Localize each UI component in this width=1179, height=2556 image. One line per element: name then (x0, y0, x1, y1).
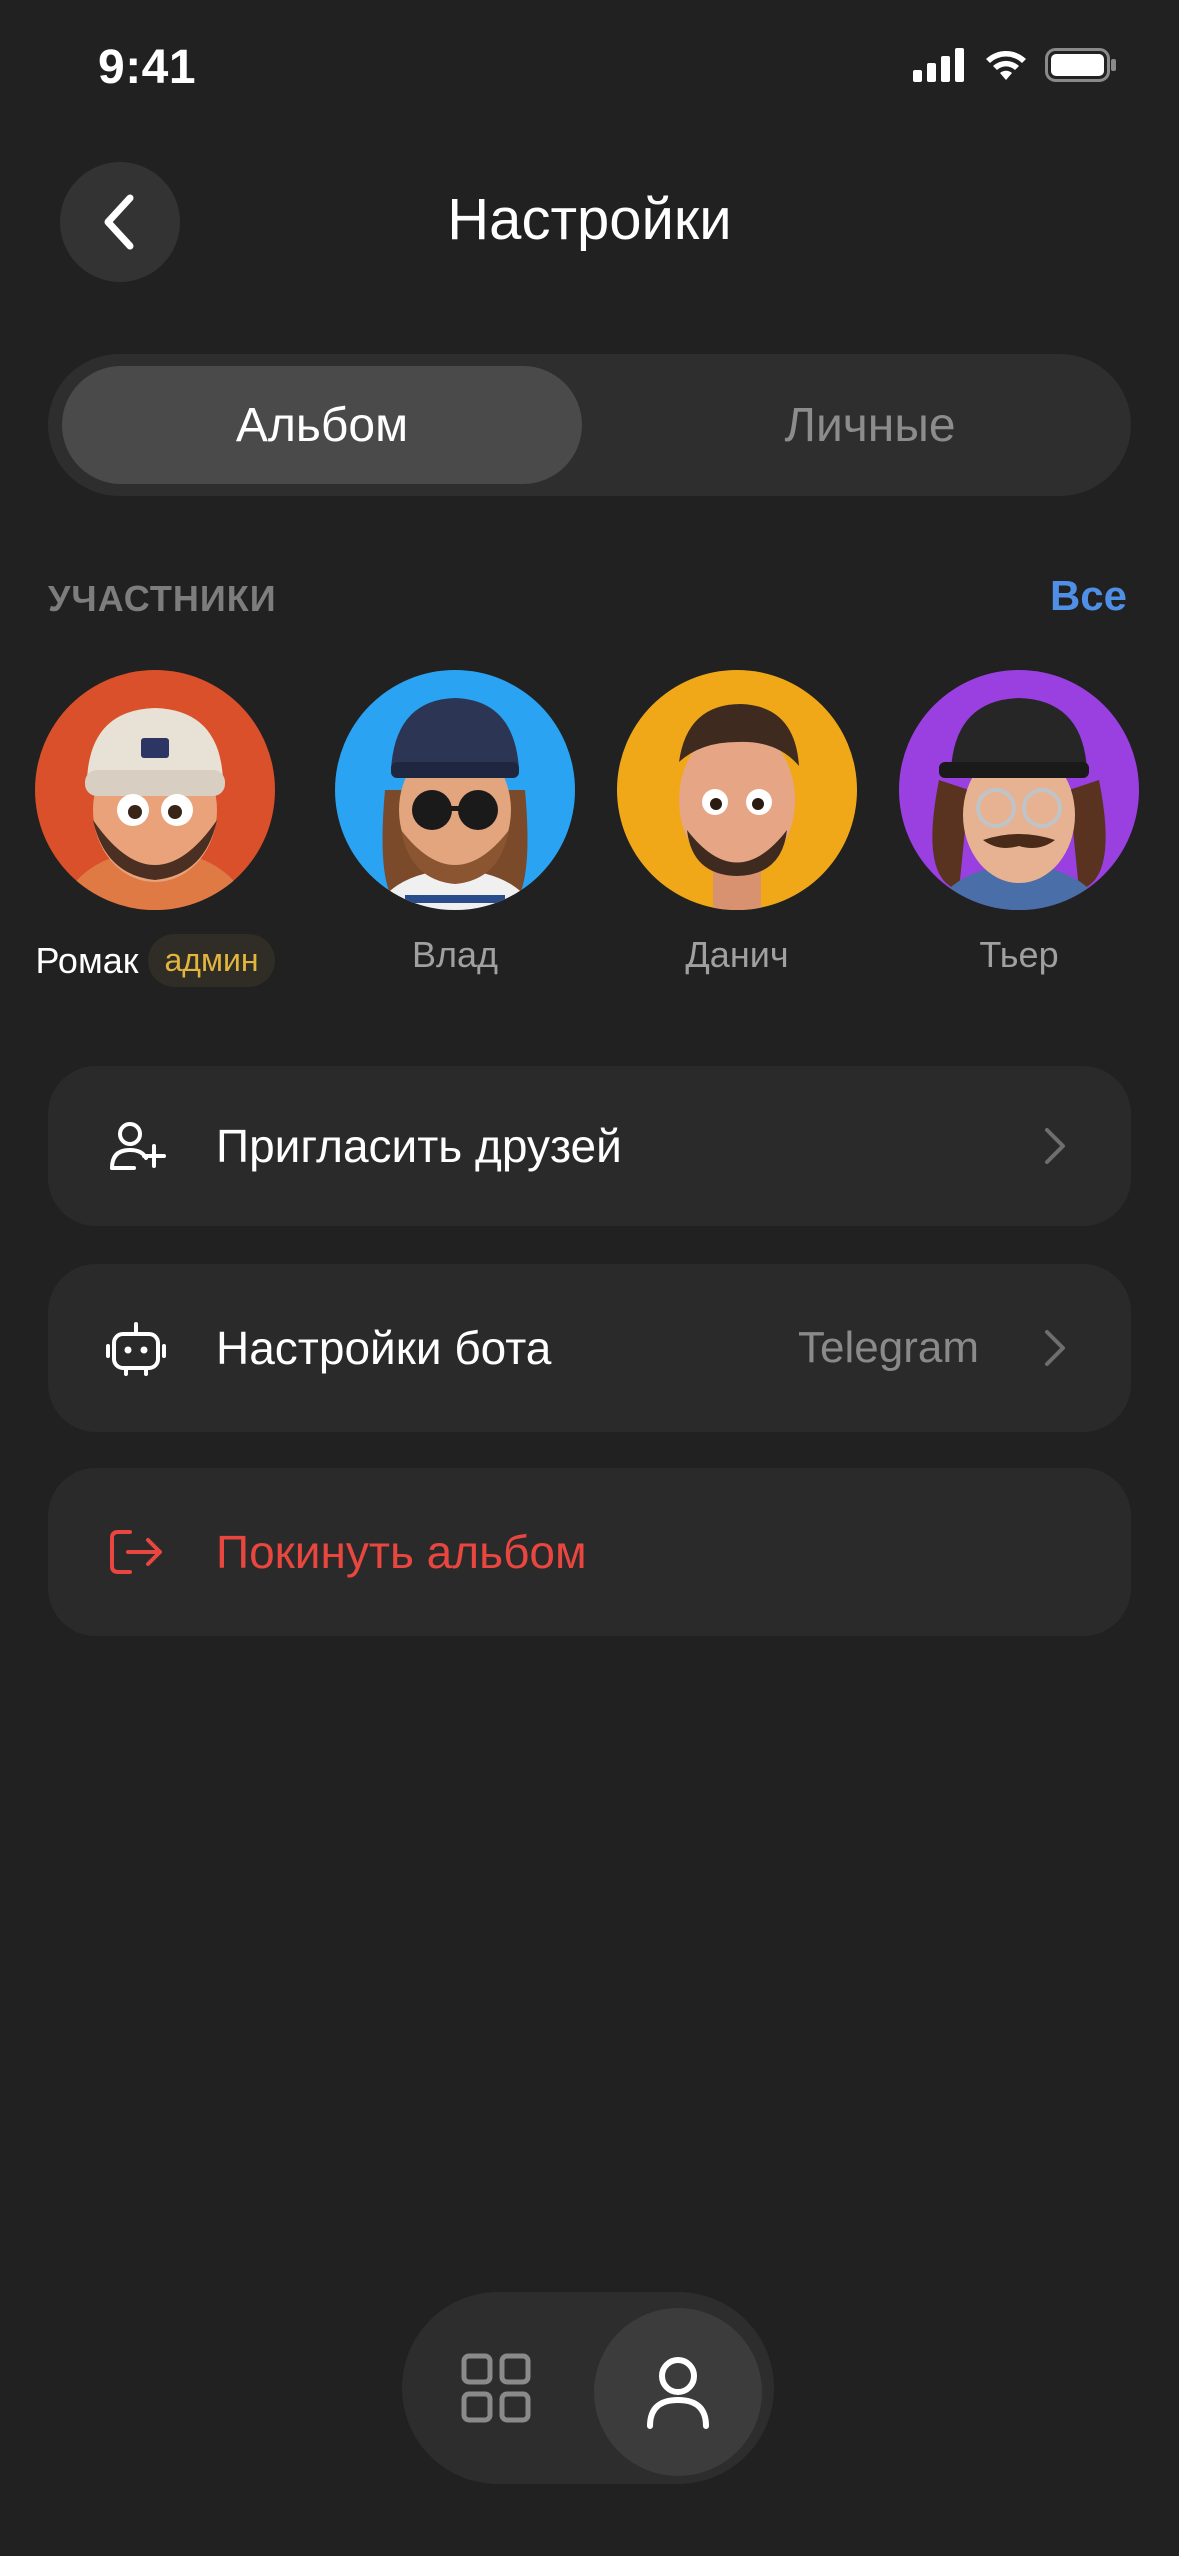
status-time: 9:41 (98, 41, 197, 94)
bot-settings-value: Telegram (798, 1323, 979, 1372)
segmented-control: Альбом Личные (48, 354, 1131, 496)
see-all-members-link[interactable]: Все (1050, 572, 1127, 620)
tab-personal[interactable]: Личные (610, 366, 1130, 484)
avatar (617, 670, 857, 910)
battery-icon (1045, 48, 1116, 82)
leave-album-row[interactable]: Покинуть альбом (48, 1468, 1131, 1636)
user-plus-icon (110, 1122, 166, 1170)
settings-screen: 9:41 Настройки Альбом Личные УЧАСТНИКИ В… (0, 0, 1179, 2556)
member-name: Данич (685, 934, 789, 975)
admin-badge: админ (148, 934, 275, 987)
avatar-illustration (376, 698, 534, 910)
leave-album-label: Покинуть альбом (216, 1526, 587, 1578)
avatar-illustration (61, 708, 249, 910)
member-name-row: Ромак админ (36, 934, 275, 987)
member-danich[interactable]: Данич (612, 670, 862, 976)
chevron-right-icon (1045, 1330, 1065, 1366)
avatar-illustration (679, 704, 799, 910)
avatar-illustration (932, 698, 1106, 910)
tab-album[interactable]: Альбом (62, 366, 582, 484)
member-name-row: Данич (685, 934, 788, 976)
status-bar: 9:41 (0, 0, 1179, 140)
member-name: Влад (411, 934, 499, 975)
avatar (35, 670, 275, 910)
bot-settings-row[interactable]: Настройки бота Telegram (48, 1264, 1131, 1432)
profile-tab[interactable] (594, 2308, 762, 2476)
wifi-icon (986, 51, 1026, 80)
member-vlad[interactable]: Влад (330, 670, 580, 976)
member-name: Ромак (35, 939, 139, 981)
invite-friends-row[interactable]: Пригласить друзей (48, 1066, 1131, 1226)
user-icon (647, 2357, 709, 2429)
member-name-row: Тьер (979, 934, 1058, 976)
bottom-nav (402, 2292, 774, 2484)
avatar (899, 670, 1139, 910)
member-name-row: Влад (412, 934, 498, 976)
member-romak[interactable]: Ромак админ (30, 670, 280, 987)
robot-icon (106, 1322, 166, 1376)
members-section-label: УЧАСТНИКИ (48, 578, 277, 619)
status-icons (913, 48, 1117, 82)
chevron-right-icon (1045, 1128, 1065, 1164)
page-title: Настройки (447, 187, 732, 252)
avatar (335, 670, 575, 910)
member-tier[interactable]: Тьер (894, 670, 1144, 976)
member-name: Тьер (979, 934, 1059, 975)
bot-settings-label: Настройки бота (216, 1322, 552, 1374)
cellular-signal-icon (913, 48, 964, 82)
grid-icon[interactable] (460, 2352, 532, 2424)
invite-friends-label: Пригласить друзей (216, 1120, 622, 1172)
logout-icon (110, 1530, 162, 1574)
